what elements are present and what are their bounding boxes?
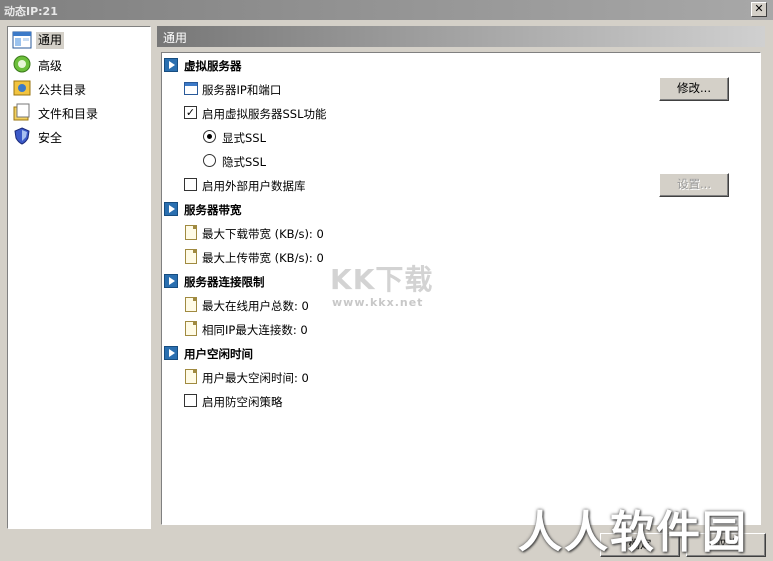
section-heading: 服务器连接限制 [184,275,265,289]
max-upload-row[interactable]: 最大上传带宽 (KB/s): 0 [162,247,462,267]
external-db-checkbox[interactable] [184,178,197,191]
modify-button[interactable]: 修改... [659,77,729,101]
section-connection-limits: 服务器连接限制 [162,271,462,291]
max-same-ip-label: 相同IP最大连接数: 0 [202,323,308,337]
document-icon [185,225,197,240]
panel-title: 通用 [163,31,188,45]
panel-header: 通用 [157,26,765,47]
nav-item-label: 文件和目录 [38,107,99,121]
window-title: 动态IP:21 [4,5,58,18]
explicit-ssl-label: 显式SSL [222,131,267,145]
nav-item-general[interactable]: 通用 [10,29,148,51]
document-icon [185,249,197,264]
public-dir-icon [13,80,31,96]
max-download-row[interactable]: 最大下载带宽 (KB/s): 0 [162,223,462,243]
max-idle-time-row[interactable]: 用户最大空闲时间: 0 [162,367,462,387]
max-online-users-row[interactable]: 最大在线用户总数: 0 [162,295,462,315]
section-bandwidth: 服务器带宽 [162,199,462,219]
ip-port-row: 服务器IP和端口 [162,79,602,99]
nav-item-label: 高级 [38,59,63,73]
implicit-ssl-label: 隐式SSL [222,155,267,169]
document-icon [185,297,197,312]
external-db-row: 启用外部用户数据库 [162,175,462,195]
explicit-ssl-radio[interactable] [203,130,216,143]
close-icon[interactable]: ✕ [751,2,767,17]
section-arrow-icon [164,346,178,360]
cancel-button[interactable]: 取消 [686,533,766,557]
section-arrow-icon [164,202,178,216]
nav-item-advanced[interactable]: 高级 [10,53,148,75]
section-heading: 虚拟服务器 [184,59,242,73]
ssl-enable-checkbox[interactable]: ✓ [184,106,197,119]
section-heading: 用户空闲时间 [184,347,253,361]
shield-icon [14,127,30,145]
nav-item-security[interactable]: 安全 [10,125,148,147]
section-arrow-icon [164,274,178,288]
nav-item-label: 安全 [38,131,63,145]
section-arrow-icon [164,58,178,72]
section-virtual-server: 虚拟服务器 [162,55,462,75]
nav-item-label: 公共目录 [38,83,87,97]
max-same-ip-row[interactable]: 相同IP最大连接数: 0 [162,319,462,339]
section-idle-time: 用户空闲时间 [162,343,462,363]
max-online-users-label: 最大在线用户总数: 0 [202,299,309,313]
explicit-ssl-row: 显式SSL [162,127,462,147]
advanced-icon [13,55,31,73]
ssl-enable-label: 启用虚拟服务器SSL功能 [202,107,327,121]
section-heading: 服务器带宽 [184,203,242,217]
implicit-ssl-radio[interactable] [203,154,216,167]
settings-button[interactable]: 设置... [659,173,729,197]
anti-idle-checkbox[interactable] [184,394,197,407]
ok-button[interactable]: 确定 [600,533,680,557]
max-download-label: 最大下载带宽 (KB/s): 0 [202,227,324,241]
ip-port-label: 服务器IP和端口 [202,83,282,97]
max-upload-label: 最大上传带宽 (KB/s): 0 [202,251,324,265]
implicit-ssl-row: 隐式SSL [162,151,462,171]
window-titlebar: 动态IP:21 ✕ [0,0,773,20]
anti-idle-label: 启用防空闲策略 [202,395,283,409]
external-db-label: 启用外部用户数据库 [202,179,306,193]
ssl-enable-row: ✓ 启用虚拟服务器SSL功能 [162,103,462,123]
max-idle-time-label: 用户最大空闲时间: 0 [202,371,309,385]
general-icon [12,31,32,49]
files-dirs-icon [13,103,30,121]
general-settings-panel: 虚拟服务器 服务器IP和端口 修改... ✓ 启用虚拟服务器SSL功能 显式SS… [161,52,761,525]
document-icon [185,369,197,384]
settings-nav: 通用 高级 公共目录 文件和目录 安全 [7,26,151,529]
nav-item-label: 通用 [36,32,65,49]
anti-idle-row: 启用防空闲策略 [162,391,462,411]
window-icon [184,82,198,95]
document-icon [185,321,197,336]
nav-item-public-dir[interactable]: 公共目录 [10,77,148,99]
nav-item-files-dirs[interactable]: 文件和目录 [10,101,148,123]
